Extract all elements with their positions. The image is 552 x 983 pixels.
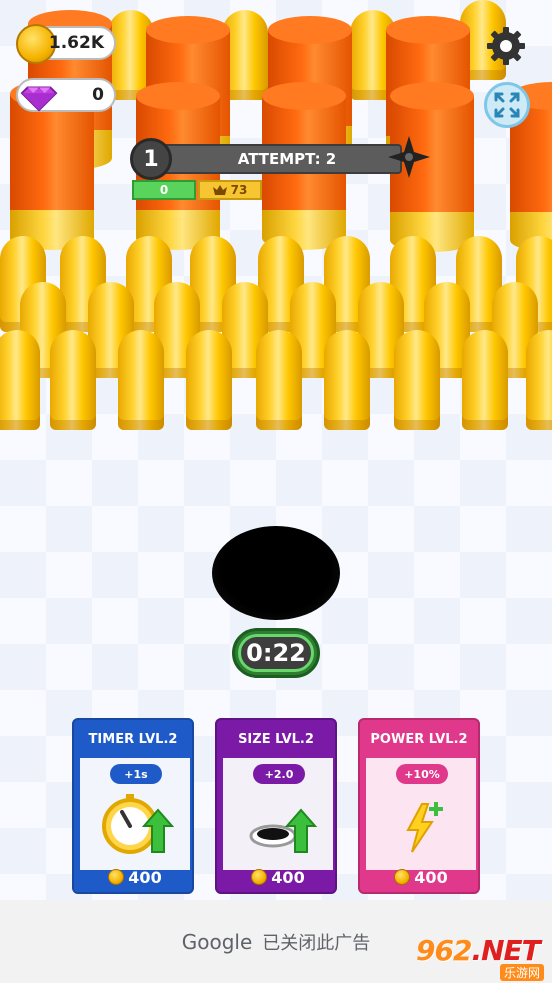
attempt-label: ATTEMPT: 2 xyxy=(237,150,337,168)
expand-view-button[interactable] xyxy=(484,82,530,128)
bullet xyxy=(324,330,370,430)
bullet xyxy=(50,330,96,430)
ad-brand: Google xyxy=(181,929,253,954)
watermark-logo: 962.NET 乐游网 xyxy=(416,934,544,981)
timer-display: 0:22 xyxy=(238,634,314,672)
card-bonus: +1s xyxy=(110,764,162,784)
ad-closed-text: 已关闭此广告 xyxy=(262,932,371,954)
gem-value: 0 xyxy=(92,85,104,105)
card-body: +2.0 xyxy=(223,758,333,870)
bullet xyxy=(118,330,164,430)
card-title: SIZE LVL.2 xyxy=(238,731,314,747)
attempt-bar: ATTEMPT: 2 xyxy=(152,144,402,174)
bullet xyxy=(462,330,508,430)
bullet xyxy=(186,330,232,430)
stopwatch-icon xyxy=(102,794,175,854)
settings-gear-icon[interactable] xyxy=(484,24,528,68)
card-price: 400 xyxy=(360,862,478,892)
coin-counter: 1.62K xyxy=(16,24,116,64)
bullet xyxy=(394,330,440,430)
bullet xyxy=(526,330,552,430)
card-title: TIMER LVL.2 xyxy=(88,731,178,747)
ninja-star-icon xyxy=(388,136,430,178)
level-number: 1 xyxy=(143,146,159,172)
game-field xyxy=(0,0,552,440)
card-bonus: +2.0 xyxy=(253,764,305,784)
card-title: POWER LVL.2 xyxy=(370,731,468,747)
expand-arrows-icon xyxy=(494,92,520,118)
card-body: +1s xyxy=(80,758,190,870)
gem-counter: 0 xyxy=(16,78,116,112)
coin-icon xyxy=(251,869,268,885)
card-bonus: +10% xyxy=(396,764,448,784)
gem-icon xyxy=(20,86,58,112)
power-upgrade-card[interactable]: POWER LVL.2 +10% 400 xyxy=(358,718,480,894)
card-body: +10% xyxy=(366,758,476,870)
card-price: 400 xyxy=(217,862,335,892)
hole-icon xyxy=(249,808,318,853)
countdown-timer: 0:22 xyxy=(232,628,320,678)
size-upgrade-card[interactable]: SIZE LVL.2 +2.0 400 xyxy=(215,718,337,894)
lightning-icon xyxy=(406,802,443,853)
bullet xyxy=(256,330,302,430)
crown-icon xyxy=(212,185,227,195)
card-price: 400 xyxy=(74,862,192,892)
coin-value: 1.62K xyxy=(48,33,104,53)
best-score: 73 xyxy=(198,180,262,200)
black-hole-player[interactable] xyxy=(212,526,340,620)
current-score: 0 xyxy=(132,180,196,200)
coin-icon xyxy=(394,869,411,885)
level-badge: 1 xyxy=(130,138,172,180)
timer-upgrade-card[interactable]: TIMER LVL.2 +1s 400 xyxy=(72,718,194,894)
coin-icon xyxy=(108,869,125,885)
bullet xyxy=(0,330,40,430)
